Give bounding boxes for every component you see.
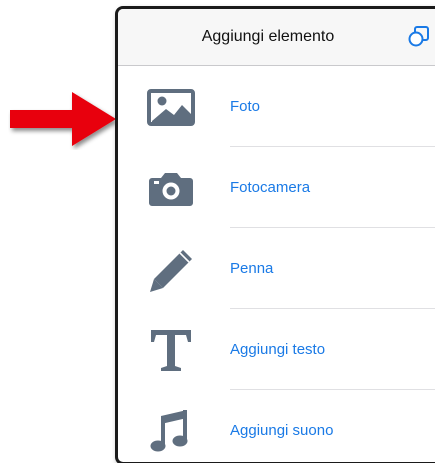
popover-title: Aggiungi elemento (201, 28, 335, 45)
photo-icon (147, 89, 195, 126)
list-item-aggiungi-testo[interactable]: Aggiungi testo (118, 309, 435, 390)
screenshot-stage: Aggiungi elemento Foto Fotocamera Penna … (0, 0, 435, 463)
camera-icon (149, 173, 193, 206)
red-arrow-annotation (10, 92, 116, 146)
popover-header: Aggiungi elemento (118, 9, 435, 66)
element-list: Foto Fotocamera Penna Aggiungi testo Agg… (118, 66, 435, 462)
list-item-penna[interactable]: Penna (118, 228, 435, 309)
add-element-popover: Aggiungi elemento Foto Fotocamera Penna … (115, 6, 435, 463)
fotocamera-label: Fotocamera (230, 179, 311, 196)
penna-label: Penna (230, 260, 274, 277)
aggiungi-suono-label: Aggiungi suono (230, 422, 334, 439)
list-item-aggiungi-suono[interactable]: Aggiungi suono (118, 390, 435, 462)
pencil-icon (150, 250, 192, 292)
shapes-icon[interactable] (406, 25, 432, 49)
foto-label: Foto (230, 98, 261, 115)
text-icon (151, 330, 191, 371)
music-note-icon (150, 410, 188, 452)
list-item-foto[interactable]: Foto (118, 66, 435, 147)
aggiungi-testo-label: Aggiungi testo (230, 341, 326, 358)
list-item-fotocamera[interactable]: Fotocamera (118, 147, 435, 228)
